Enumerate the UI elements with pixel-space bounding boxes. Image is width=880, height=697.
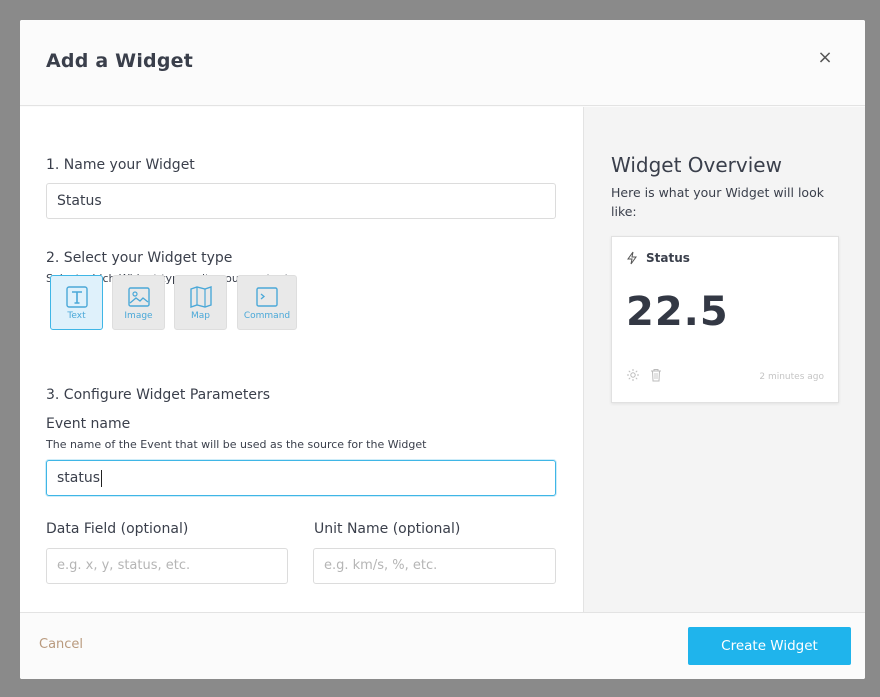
close-button[interactable]: × — [817, 47, 833, 68]
terminal-icon — [256, 287, 278, 307]
event-name-value: status — [57, 470, 101, 486]
overview-title: Widget Overview — [611, 153, 782, 177]
preview-card-timestamp: 2 minutes ago — [759, 372, 824, 382]
unit-name-label: Unit Name (optional) — [314, 521, 461, 537]
event-name-input[interactable]: status — [46, 460, 556, 496]
widget-type-map[interactable]: Map — [174, 275, 227, 330]
widget-overview-panel: Widget Overview Here is what your Widget… — [583, 107, 865, 612]
step3-label: 3. Configure Widget Parameters — [46, 387, 270, 403]
lightning-icon — [627, 251, 637, 265]
text-icon — [65, 286, 88, 308]
map-icon — [189, 286, 212, 308]
widget-type-text[interactable]: Text — [50, 275, 103, 330]
widget-type-label: Image — [124, 311, 153, 321]
modal-footer: Cancel Create Widget — [20, 612, 865, 679]
close-icon: × — [817, 47, 833, 68]
data-field-input[interactable]: e.g. x, y, status, etc. — [46, 548, 288, 584]
data-field-label: Data Field (optional) — [46, 521, 189, 537]
image-icon — [127, 287, 150, 307]
preview-card-value: 22.5 — [626, 289, 729, 335]
step1-label: 1. Name your Widget — [46, 157, 195, 173]
event-name-label: Event name — [46, 416, 131, 432]
preview-card-title: Status — [646, 251, 690, 265]
event-name-help: The name of the Event that will be used … — [46, 438, 427, 451]
unit-name-input[interactable]: e.g. km/s, %, etc. — [313, 548, 556, 584]
step2-label: 2. Select your Widget type — [46, 250, 233, 266]
modal-header: Add a Widget × — [20, 20, 865, 106]
widget-type-image[interactable]: Image — [112, 275, 165, 330]
widget-form: 1. Name your Widget Status 2. Select you… — [20, 107, 583, 612]
widget-type-label: Command — [243, 311, 291, 321]
widget-type-label: Text — [67, 311, 86, 321]
modal-title: Add a Widget — [46, 50, 193, 72]
widget-type-command[interactable]: Command — [237, 275, 297, 330]
create-widget-button[interactable]: Create Widget — [688, 627, 851, 665]
widget-preview-card: Status 22.5 2 minutes ago — [611, 236, 839, 403]
trash-icon — [651, 369, 661, 382]
cancel-button[interactable]: Cancel — [39, 637, 83, 652]
widget-type-label: Map — [191, 311, 210, 321]
add-widget-modal: Add a Widget × 1. Name your Widget Statu… — [20, 20, 865, 679]
widget-name-input[interactable]: Status — [46, 183, 556, 219]
text-caret — [101, 469, 103, 487]
overview-subtitle: Here is what your Widget will look like: — [611, 185, 824, 219]
gear-icon — [627, 369, 639, 381]
